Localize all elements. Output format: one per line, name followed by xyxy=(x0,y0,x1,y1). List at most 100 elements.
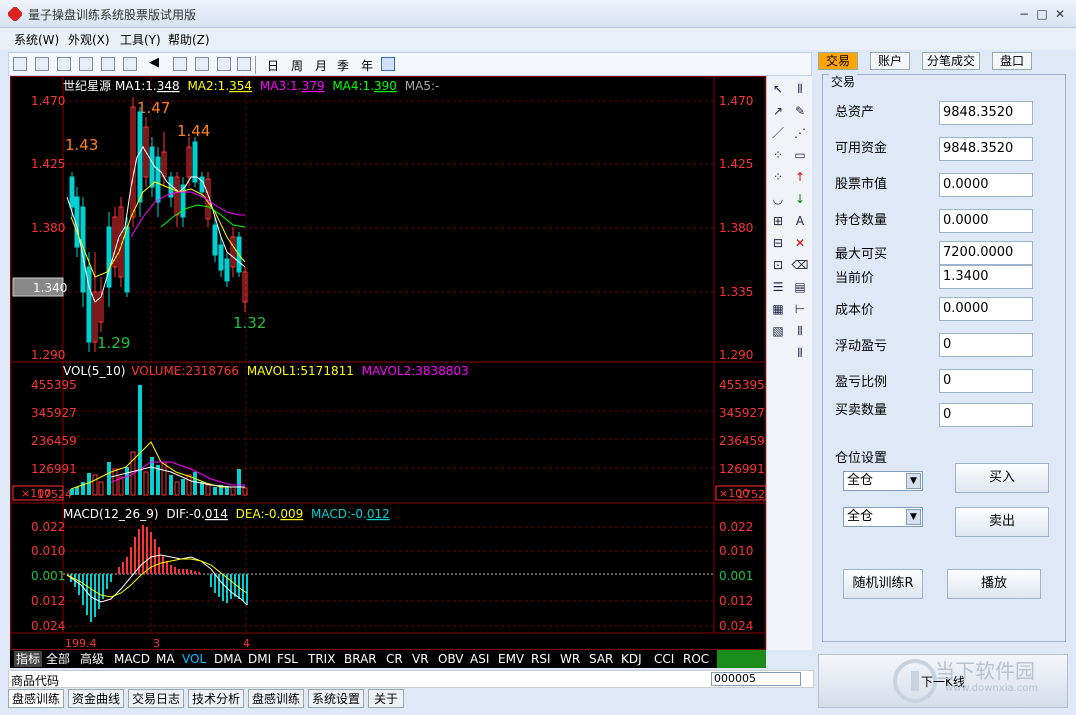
fan-icon[interactable]: ⋰ xyxy=(791,124,809,142)
pencil-icon[interactable]: ✎ xyxy=(791,102,809,120)
bottom-tab-6[interactable]: 关于 xyxy=(368,689,404,708)
maximize-button[interactable]: □ xyxy=(1034,6,1050,22)
menu-appearance[interactable]: 外观(X) xyxy=(68,31,110,48)
indicator-tab-16[interactable]: RSI xyxy=(531,651,551,667)
indicator-tab-8[interactable]: FSL xyxy=(277,651,298,667)
play-button[interactable]: 播放 xyxy=(947,569,1041,599)
indicator-tab-4[interactable]: MA xyxy=(156,651,175,667)
indicator-tab-13[interactable]: OBV xyxy=(438,651,464,667)
indicator-tab-17[interactable]: WR xyxy=(560,651,580,667)
next-kline-button[interactable]: 下一K线 当下软件园 www.downxia.com xyxy=(818,654,1068,708)
bottom-tab-5[interactable]: 系统设置 xyxy=(308,689,364,708)
indicator-tab-9[interactable]: TRIX xyxy=(308,651,335,667)
side-tab-trade[interactable]: 交易 xyxy=(818,52,858,70)
back-arrow-icon[interactable]: ◀ xyxy=(149,56,163,71)
toolbar-icon-3[interactable] xyxy=(57,57,71,71)
toolbar-icon-5[interactable] xyxy=(101,57,115,71)
g-icon[interactable]: ⊡ xyxy=(769,256,787,274)
side-tab-ticks[interactable]: 分笔成交 xyxy=(922,52,980,70)
period-lines2-icon[interactable]: ⦀ xyxy=(791,344,809,362)
arc-icon[interactable]: ◡ xyxy=(769,190,787,208)
indicator-tab-5[interactable]: VOL xyxy=(182,651,206,667)
menu-system[interactable]: 系统(W) xyxy=(14,31,59,48)
ga-icon[interactable]: ⊟ xyxy=(769,234,787,252)
indicator-tab-0[interactable]: 指标 xyxy=(14,651,43,667)
position-select-2[interactable]: 全仓 ▼ xyxy=(843,507,923,527)
period-month[interactable]: 月 xyxy=(315,57,327,74)
delete-icon[interactable]: ✕ xyxy=(791,234,809,252)
sell-button[interactable]: 卖出 xyxy=(955,507,1049,537)
side-tab-orderbook[interactable]: 盘口 xyxy=(992,52,1032,70)
eraser-icon[interactable]: ⌫ xyxy=(791,256,809,274)
floating-pnl-field[interactable]: 0 xyxy=(939,333,1033,357)
indicator-tab-18[interactable]: SAR xyxy=(589,651,613,667)
indicator-tab-15[interactable]: EMV xyxy=(498,651,524,667)
kline-chart-area[interactable]: 世纪星源 MA1:1.348 MA2:1.354 MA3:1.379 MA4:1… xyxy=(10,76,767,650)
toolbar-icon-6[interactable] xyxy=(123,57,137,71)
toolbar-icon-9[interactable] xyxy=(217,57,231,71)
rectangle-icon[interactable]: ▭ xyxy=(791,146,809,164)
stock-value-field[interactable]: 0.0000 xyxy=(939,173,1033,197)
menu-tools[interactable]: 工具(Y) xyxy=(120,31,161,48)
vertical-lines-icon[interactable]: ⦀ xyxy=(791,80,809,98)
toolbar-icon-8[interactable] xyxy=(195,57,209,71)
indicator-tab-11[interactable]: CR xyxy=(386,651,403,667)
indicator-tab-6[interactable]: DMA xyxy=(214,651,242,667)
pnl-ratio-field[interactable]: 0 xyxy=(939,369,1033,393)
position-select-1[interactable]: 全仓 ▼ xyxy=(843,471,923,491)
line-icon[interactable]: ／ xyxy=(769,124,787,142)
trade-qty-field[interactable]: 0 xyxy=(939,403,1033,427)
code-input[interactable]: 000005 xyxy=(711,672,801,686)
indicator-tab-10[interactable]: BRAR xyxy=(344,651,377,667)
arrow-line-icon[interactable]: ↗ xyxy=(769,102,787,120)
close-button[interactable]: ✕ xyxy=(1052,6,1068,22)
period-season[interactable]: 季 xyxy=(337,57,349,74)
table-icon[interactable]: ▦ xyxy=(769,300,787,318)
total-assets-field[interactable]: 9848.3520 xyxy=(939,101,1033,125)
auto-play-icon[interactable] xyxy=(381,57,395,71)
list-icon[interactable]: ☰ xyxy=(769,278,787,296)
indicator-tab-7[interactable]: DMI xyxy=(248,651,271,667)
buy-button[interactable]: 买入 xyxy=(955,463,1049,493)
bottom-tab-3[interactable]: 技术分析 xyxy=(188,689,244,708)
indicator-tab-19[interactable]: KDJ xyxy=(621,651,642,667)
indicator-tab-14[interactable]: ASI xyxy=(470,651,489,667)
dots-icon[interactable]: ⁘ xyxy=(769,146,787,164)
holding-qty-field[interactable]: 0.0000 xyxy=(939,209,1033,233)
period-week[interactable]: 周 xyxy=(291,57,303,74)
period-year[interactable]: 年 xyxy=(361,57,373,74)
gp-icon[interactable]: ⊞ xyxy=(769,212,787,230)
indicator-tab-2[interactable]: 高级 xyxy=(80,651,104,667)
bottom-tab-0[interactable]: 盘感训练 xyxy=(8,689,64,708)
indicator-tab-3[interactable]: MACD xyxy=(114,651,150,667)
down-arrow-icon[interactable]: ↓ xyxy=(791,190,809,208)
dots2-icon[interactable]: ⁘ xyxy=(769,168,787,186)
menu-help[interactable]: 帮助(Z) xyxy=(168,31,210,48)
text-icon[interactable]: A xyxy=(791,212,809,230)
minimize-button[interactable]: − xyxy=(1016,6,1032,22)
toolbar-icon-10[interactable] xyxy=(237,57,251,71)
indicator-tab-12[interactable]: VR xyxy=(412,651,429,667)
indicator-tab-20[interactable]: CCI xyxy=(654,651,674,667)
side-tab-account[interactable]: 账户 xyxy=(870,52,910,70)
period-day[interactable]: 日 xyxy=(267,57,279,74)
random-train-button[interactable]: 随机训练R xyxy=(843,569,923,599)
toolbar-icon-1[interactable] xyxy=(13,57,27,71)
toolbar-icon-2[interactable] xyxy=(35,57,49,71)
max-buy-field[interactable]: 7200.0000 xyxy=(939,241,1033,265)
toolbar-icon-4[interactable] xyxy=(79,57,93,71)
grid-icon[interactable]: ▤ xyxy=(791,278,809,296)
toolbar-icon-7[interactable] xyxy=(173,57,187,71)
indicator-tab-1[interactable]: 全部 xyxy=(46,651,70,667)
available-funds-field[interactable]: 9848.3520 xyxy=(939,137,1033,161)
hatch-icon[interactable]: ▧ xyxy=(769,322,787,340)
period-lines-icon[interactable]: ⦀ xyxy=(791,322,809,340)
indicator-tab-21[interactable]: ROC xyxy=(683,651,709,667)
cost-price-field[interactable]: 0.0000 xyxy=(939,297,1033,321)
bottom-tab-1[interactable]: 资金曲线 xyxy=(68,689,124,708)
bottom-tab-2[interactable]: 交易日志 xyxy=(128,689,184,708)
bottom-tab-4[interactable]: 盘感训练 xyxy=(248,689,304,708)
channel-icon[interactable]: ⊢ xyxy=(791,300,809,318)
current-price-field[interactable]: 1.3400 xyxy=(939,265,1033,289)
cursor-icon[interactable]: ↖ xyxy=(769,80,787,98)
